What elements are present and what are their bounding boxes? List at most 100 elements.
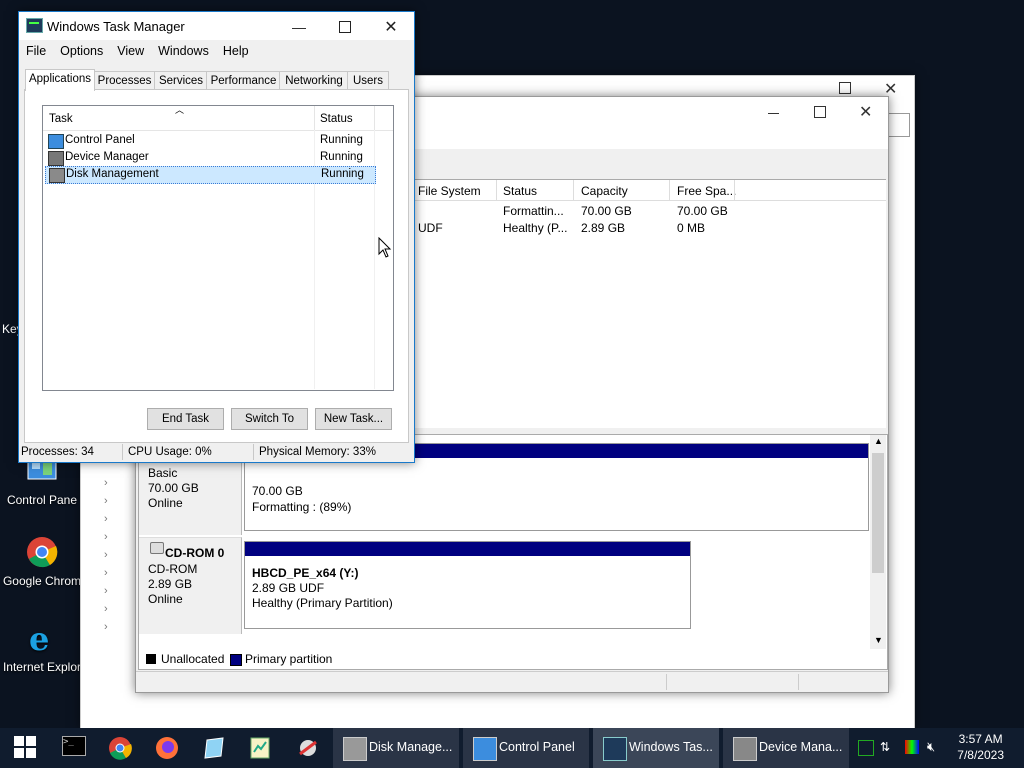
menu-help[interactable]: Help <box>216 41 256 61</box>
taskbar-app-device-manager[interactable]: Device Mana... <box>723 728 849 768</box>
menu-windows[interactable]: Windows <box>151 41 216 61</box>
legend: Unallocated Primary partition <box>138 649 888 670</box>
task-manager-titlebar[interactable]: Windows Task Manager — ✕ <box>19 12 414 40</box>
volume-capacity: 70.00 GB <box>581 204 632 218</box>
taskbar-app-control-panel[interactable]: Control Panel <box>463 728 589 768</box>
network-tool-icon[interactable] <box>296 736 320 760</box>
task-manager-icon <box>603 737 627 761</box>
cd-drive-icon <box>150 542 164 554</box>
close-icon[interactable]: ✕ <box>859 102 872 122</box>
tab-users[interactable]: Users <box>347 71 389 90</box>
legend-primary-swatch <box>230 654 242 666</box>
tray-app-icon[interactable] <box>858 740 874 756</box>
desktop-icon-internet-explorer[interactable]: e Internet Explor <box>0 620 84 674</box>
legend-primary-label: Primary partition <box>245 652 333 666</box>
partition-size: 70.00 GB <box>252 484 303 498</box>
taskbar-app-task-manager[interactable]: Windows Tas... <box>593 728 719 768</box>
menu-bar: File Options View Windows Help <box>19 41 414 61</box>
maximize-icon[interactable] <box>322 12 368 42</box>
end-task-button[interactable]: End Task <box>147 408 224 430</box>
dm-status-bar <box>136 671 888 692</box>
tab-applications[interactable]: Applications <box>25 69 95 91</box>
menu-view[interactable]: View <box>110 41 151 61</box>
internet-explorer-icon: e <box>26 620 58 658</box>
window-title: Windows Task Manager <box>47 19 185 34</box>
menu-options[interactable]: Options <box>53 41 110 61</box>
col-task[interactable]: Task <box>49 113 73 125</box>
start-windows-icon[interactable] <box>14 736 38 760</box>
svg-text:e: e <box>29 622 49 654</box>
legend-unallocated-swatch <box>146 654 156 664</box>
desktop-icon-google-chrome[interactable]: Google Chrom <box>0 536 84 588</box>
chrome-icon[interactable] <box>108 736 132 760</box>
cpu-usage: CPU Usage: 0% <box>128 446 212 458</box>
scroll-down-icon[interactable]: ▼ <box>874 635 883 645</box>
disk-type: Basic <box>148 466 178 480</box>
control-panel-icon <box>48 134 64 149</box>
new-task-button[interactable]: New Task... <box>315 408 392 430</box>
disk-management-icon <box>49 168 65 183</box>
tree-expanders[interactable]: › › › › › › › › › <box>104 474 140 636</box>
device-manager-icon <box>48 151 64 166</box>
command-prompt-icon[interactable]: >_ <box>62 736 86 760</box>
taskbar-app-disk-management[interactable]: Disk Manage... <box>333 728 459 768</box>
task-row-disk-management[interactable]: Disk Management Running <box>45 166 376 184</box>
minimize-icon[interactable] <box>768 113 779 114</box>
menu-file[interactable]: File <box>19 41 53 61</box>
partition-size: 2.89 GB UDF <box>252 581 325 595</box>
disk-management-icon <box>343 737 367 761</box>
legend-unallocated-label: Unallocated <box>161 652 225 666</box>
disk-type: CD-ROM <box>148 562 198 576</box>
network-icon[interactable]: ⇅ <box>880 740 896 754</box>
task-manager-app-icon <box>26 18 43 33</box>
volume-muted-icon[interactable]: 🔇︎ <box>927 739 945 755</box>
minimize-icon[interactable]: — <box>276 12 322 42</box>
col-status[interactable]: Status <box>320 113 353 125</box>
firefox-icon[interactable] <box>155 736 179 760</box>
clock-time: 3:57 AM <box>958 732 1003 746</box>
volume-capacity: 2.89 GB <box>581 221 626 235</box>
volume-status: Healthy (P... <box>503 221 568 235</box>
disk-name: CD-ROM 0 <box>165 546 225 560</box>
notepad-icon[interactable] <box>202 736 226 760</box>
task-status: Running <box>320 134 363 146</box>
volume-free: 70.00 GB <box>677 204 728 218</box>
tab-processes[interactable]: Processes <box>93 71 156 90</box>
desktop-icon-label: Control Pane <box>6 493 78 507</box>
task-list[interactable]: Task ︿ Status Control Panel Running Devi… <box>42 105 394 391</box>
scroll-up-icon[interactable]: ▲ <box>874 436 883 446</box>
col-free-space[interactable]: Free Spa... <box>677 184 736 198</box>
maximize-icon[interactable] <box>839 82 851 94</box>
spreadsheet-icon[interactable] <box>248 736 272 760</box>
task-row-device-manager[interactable]: Device Manager Running <box>45 150 374 166</box>
col-capacity[interactable]: Capacity <box>581 184 628 198</box>
task-row-control-panel[interactable]: Control Panel Running <box>45 133 374 149</box>
partial-search-box[interactable] <box>889 113 910 137</box>
vertical-scrollbar[interactable]: ▲ ▼ <box>870 435 886 649</box>
partition-bar <box>245 542 690 556</box>
task-name: Device Manager <box>65 151 149 163</box>
tab-performance[interactable]: Performance <box>206 71 281 90</box>
sort-arrow-icon: ︿ <box>175 105 185 115</box>
close-icon[interactable]: ✕ <box>368 12 414 42</box>
col-status[interactable]: Status <box>503 184 537 198</box>
device-manager-icon <box>733 737 757 761</box>
volume-free: 0 MB <box>677 221 706 235</box>
scroll-thumb[interactable] <box>872 453 884 573</box>
system-clock[interactable]: 3:57 AM 7/8/2023 <box>957 731 1004 763</box>
tab-networking[interactable]: Networking <box>279 71 349 90</box>
maximize-icon[interactable] <box>814 106 826 118</box>
task-list-header: Task ︿ Status <box>43 105 393 131</box>
color-tray-icon[interactable] <box>905 740 919 754</box>
partition-1[interactable]: HBCD_PE_x64 (Y:) 2.89 GB UDF Healthy (Pr… <box>244 541 691 629</box>
desktop-icon-label: Google Chrom <box>2 574 82 588</box>
disk-state: Online <box>148 496 183 510</box>
volume-fs: UDF <box>418 221 443 235</box>
col-file-system[interactable]: File System <box>418 184 481 198</box>
tab-services[interactable]: Services <box>154 71 208 90</box>
task-manager-window[interactable]: Windows Task Manager — ✕ File Options View… <box>18 11 415 463</box>
switch-to-button[interactable]: Switch To <box>231 408 308 430</box>
disk-1-info[interactable]: CD-ROM 0 CD-ROM 2.89 GB Online <box>139 537 242 634</box>
task-name: Control Panel <box>65 134 135 146</box>
disk-graphical-view[interactable]: Basic 70.00 GB Online 70.00 GB Formattin… <box>138 434 888 651</box>
